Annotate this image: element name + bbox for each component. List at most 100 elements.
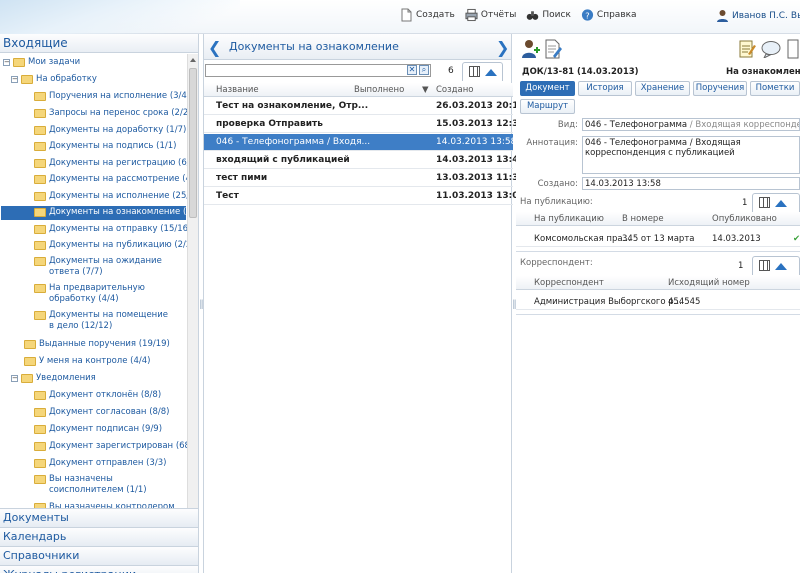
tree-item[interactable]: Документ согласован (8/8): [34, 407, 170, 418]
tree-item-control[interactable]: У меня на контроле (4/4): [24, 356, 150, 367]
kind-field[interactable]: 046 - Телефонограмма / Входящая корреспо…: [582, 118, 800, 131]
created-label: Создано:: [537, 179, 578, 189]
created-field[interactable]: 14.03.2013 13:58: [582, 177, 800, 190]
col-out-number[interactable]: Исходящий номер: [668, 278, 750, 288]
user-menu[interactable]: Иванов П.С. Выход: [716, 9, 800, 23]
col-published[interactable]: Опубликовано: [712, 214, 777, 224]
scroll-up-icon[interactable]: [190, 58, 196, 62]
table-row[interactable]: входящий с публикацией 14.03.2013 13:43: [204, 152, 525, 169]
splitter-handle-left[interactable]: ║: [199, 300, 204, 312]
publication-row[interactable]: Комсомольская пра... 345 от 13 марта 14.…: [516, 232, 800, 247]
tree-item[interactable]: На предварительную обработку (4/4): [34, 283, 174, 305]
more-actions-icon[interactable]: [786, 38, 800, 60]
folder-icon: [34, 257, 46, 266]
forward-arrow-icon[interactable]: ❯: [496, 38, 509, 57]
reports-button[interactable]: Отчёты: [465, 8, 517, 22]
tree-item[interactable]: Документ подписан (9/9): [34, 424, 162, 435]
collapse-toggle-icon[interactable]: −: [3, 59, 10, 66]
binoculars-icon: [527, 11, 539, 20]
tree-item-label: Документ согласован (8/8): [49, 407, 170, 417]
tree-item[interactable]: Документы на доработку (1/7): [34, 125, 186, 136]
annotation-field[interactable]: 046 - Телефонограмма / Входящая корреспо…: [582, 136, 800, 174]
tab-history[interactable]: История: [578, 81, 632, 96]
accordion-documents[interactable]: Документы: [0, 508, 198, 527]
col-correspondent[interactable]: Корреспондент: [534, 278, 604, 288]
row-name: Тест на ознакомление, Отр...: [216, 101, 369, 111]
table-row[interactable]: Тест на ознакомление, Отр... 26.03.2013 …: [204, 98, 525, 115]
tab-storage[interactable]: Хранение: [635, 81, 690, 96]
accordion-calendar[interactable]: Календарь: [0, 527, 198, 546]
correspondent-columns-button[interactable]: [752, 256, 800, 275]
col-issue[interactable]: В номере: [622, 214, 664, 224]
tab-document[interactable]: Документ: [520, 81, 575, 96]
edit-document-icon[interactable]: [544, 38, 562, 60]
tree-item[interactable]: Документы на подпись (1/1): [34, 141, 176, 152]
column-settings-button[interactable]: [462, 62, 503, 81]
tree-item[interactable]: Документы на помещение в дело (12/12): [34, 310, 174, 332]
col-done[interactable]: Выполнено: [354, 85, 404, 95]
publication-columns-button[interactable]: [752, 193, 800, 212]
correspondent-row[interactable]: Администрация Выборгского р... 454545: [516, 295, 800, 310]
inbox-header[interactable]: Входящие: [0, 34, 198, 53]
create-button[interactable]: Создать: [400, 8, 455, 22]
logout-link[interactable]: Выход: [791, 11, 800, 21]
tree-node-label: Уведомления: [36, 373, 96, 383]
tree-item[interactable]: Документы на публикацию (2/2): [34, 240, 187, 251]
tree-item-selected[interactable]: Документы на ознакомление (5/6): [1, 206, 187, 220]
list-search-input[interactable]: [205, 64, 431, 77]
splitter-handle-right[interactable]: ║: [512, 300, 517, 312]
col-created[interactable]: Создано: [436, 85, 474, 95]
tree-item[interactable]: Документы на исполнение (25/25): [34, 191, 187, 202]
folder-icon: [34, 425, 46, 434]
row-created: 13.03.2013 11:37: [436, 173, 525, 183]
table-row[interactable]: проверка Отправить 15.03.2013 12:31: [204, 116, 525, 133]
tree-node-notifications[interactable]: − Уведомления: [11, 373, 96, 384]
row-name: входящий с публикацией: [216, 155, 350, 165]
accordion-directories[interactable]: Справочники: [0, 546, 198, 565]
notes-icon[interactable]: [738, 38, 756, 60]
table-row[interactable]: Тест 11.03.2013 13:09: [204, 188, 525, 205]
correspondent-label: Корреспондент:: [520, 258, 593, 268]
reports-label: Отчёты: [480, 10, 517, 20]
tree-item[interactable]: Документ отправлен (3/3): [34, 458, 166, 469]
tree-item[interactable]: Документы на регистрацию (6/27): [34, 158, 187, 169]
row-created: 15.03.2013 12:31: [436, 119, 525, 129]
annotation-label: Аннотация:: [526, 138, 578, 148]
collapse-toggle-icon[interactable]: −: [11, 76, 18, 83]
folder-open-icon: [13, 58, 25, 67]
tree-node-my-tasks[interactable]: − Мои задачи: [3, 57, 80, 68]
tree-item[interactable]: Поручения на исполнение (3/4): [34, 91, 187, 102]
col-name[interactable]: Название: [216, 85, 259, 95]
tab-assignments[interactable]: Поручения: [693, 81, 747, 96]
back-arrow-icon[interactable]: ❮: [208, 38, 221, 57]
tree-item-label: У меня на контроле (4/4): [39, 356, 151, 366]
tree-item[interactable]: Документы на отправку (15/16): [34, 224, 187, 235]
tree-item[interactable]: Документы на ожидание ответа (7/7): [34, 256, 174, 278]
correspondent-name: Администрация Выборгского р...: [534, 297, 682, 307]
search-button[interactable]: Поиск: [526, 8, 571, 22]
clear-search-icon[interactable]: ✕: [407, 65, 417, 75]
comments-icon[interactable]: [761, 40, 781, 58]
tree-scrollbar[interactable]: [187, 54, 198, 544]
tab-route[interactable]: Маршрут: [520, 99, 575, 114]
tree-item-label: Документы на подпись (1/1): [49, 141, 177, 151]
tree-item[interactable]: Документ отклонён (8/8): [34, 390, 161, 401]
folder-icon: [34, 175, 46, 184]
table-row[interactable]: тест пими 13.03.2013 11:37: [204, 170, 525, 187]
search-go-icon[interactable]: ⌕: [419, 65, 429, 75]
tab-marks[interactable]: Пометки: [750, 81, 800, 96]
tree-item[interactable]: Запросы на перенос срока (2/2): [34, 108, 187, 119]
tree-item[interactable]: Вы назначены соисполнителем (1/1): [34, 474, 174, 496]
collapse-toggle-icon[interactable]: −: [11, 375, 18, 382]
tree-item-issued[interactable]: Выданные поручения (19/19): [24, 339, 170, 350]
tree-node-in-processing[interactable]: − На обработку: [11, 74, 97, 85]
row-name: Тест: [216, 191, 239, 201]
assign-user-icon[interactable]: [520, 38, 540, 60]
tree-item[interactable]: Документы на рассмотрение (4/16): [34, 174, 187, 185]
col-publication[interactable]: На публикацию: [534, 214, 604, 224]
accordion-registers[interactable]: Журналы регистрации: [0, 565, 198, 573]
table-row-selected[interactable]: 046 - Телефонограмма / Входя... 14.03.20…: [204, 134, 516, 151]
tree-item[interactable]: Документ зарегистрирован (68/68): [34, 441, 187, 452]
help-button[interactable]: ? Справка: [581, 8, 637, 22]
scroll-thumb[interactable]: [189, 68, 197, 218]
